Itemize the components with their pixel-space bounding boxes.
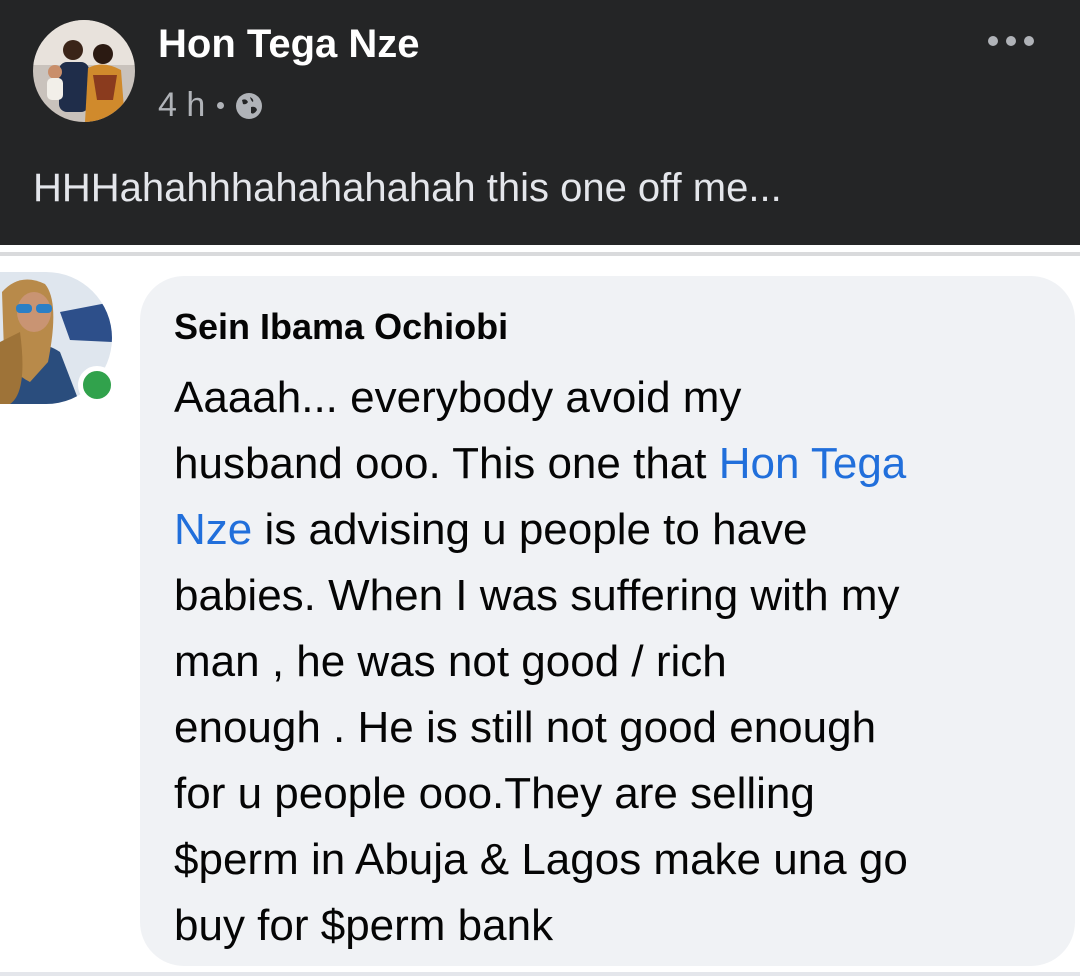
post-time[interactable]: 4 h — [158, 86, 205, 125]
more-options-icon[interactable] — [988, 26, 1034, 56]
comment-line: $perm in Abuja & Lagos make una go — [174, 835, 908, 884]
comment-line: man , he was not good / rich — [174, 637, 727, 686]
comment-line: Nze is advising u people to have — [174, 497, 1054, 563]
comment-text-segment: husband ooo. This one that — [174, 439, 719, 488]
comment-line: enough . He is still not good enough — [174, 703, 877, 752]
comment-text: Aaaah... everybody avoid my husband ooo.… — [174, 365, 1054, 959]
comment-line: buy for $perm bank — [174, 901, 554, 950]
post-header: Hon Tega Nze 4 h HHHahahhhahahahahah thi… — [0, 0, 1080, 245]
mention-link[interactable]: Hon Tega — [719, 439, 907, 488]
commenter-name[interactable]: Sein Ibama Ochiobi — [174, 306, 508, 348]
post-text: HHHahahhhahahahahah this one off me... — [33, 166, 782, 210]
comment-bubble: Sein Ibama Ochiobi Aaaah... everybody av… — [140, 276, 1075, 966]
globe-icon[interactable] — [234, 91, 264, 121]
mention-link[interactable]: Nze — [174, 505, 252, 554]
commenter-avatar-wrap — [0, 272, 120, 407]
comment-line: husband ooo. This one that Hon Tega — [174, 431, 1054, 497]
post-meta: 4 h — [158, 86, 264, 125]
post-author-name[interactable]: Hon Tega Nze — [158, 22, 420, 67]
comment-line: Aaaah... everybody avoid my — [174, 373, 742, 422]
online-status-indicator — [78, 366, 116, 404]
divider — [0, 252, 1080, 256]
meta-separator — [217, 102, 225, 109]
comment-line: for u people ooo.They are selling — [174, 769, 815, 818]
comment-text-segment: is advising u people to have — [252, 505, 808, 554]
author-avatar[interactable] — [33, 20, 135, 122]
comment-line: babies. When I was suffering with my — [174, 571, 900, 620]
bottom-divider — [0, 972, 1080, 976]
